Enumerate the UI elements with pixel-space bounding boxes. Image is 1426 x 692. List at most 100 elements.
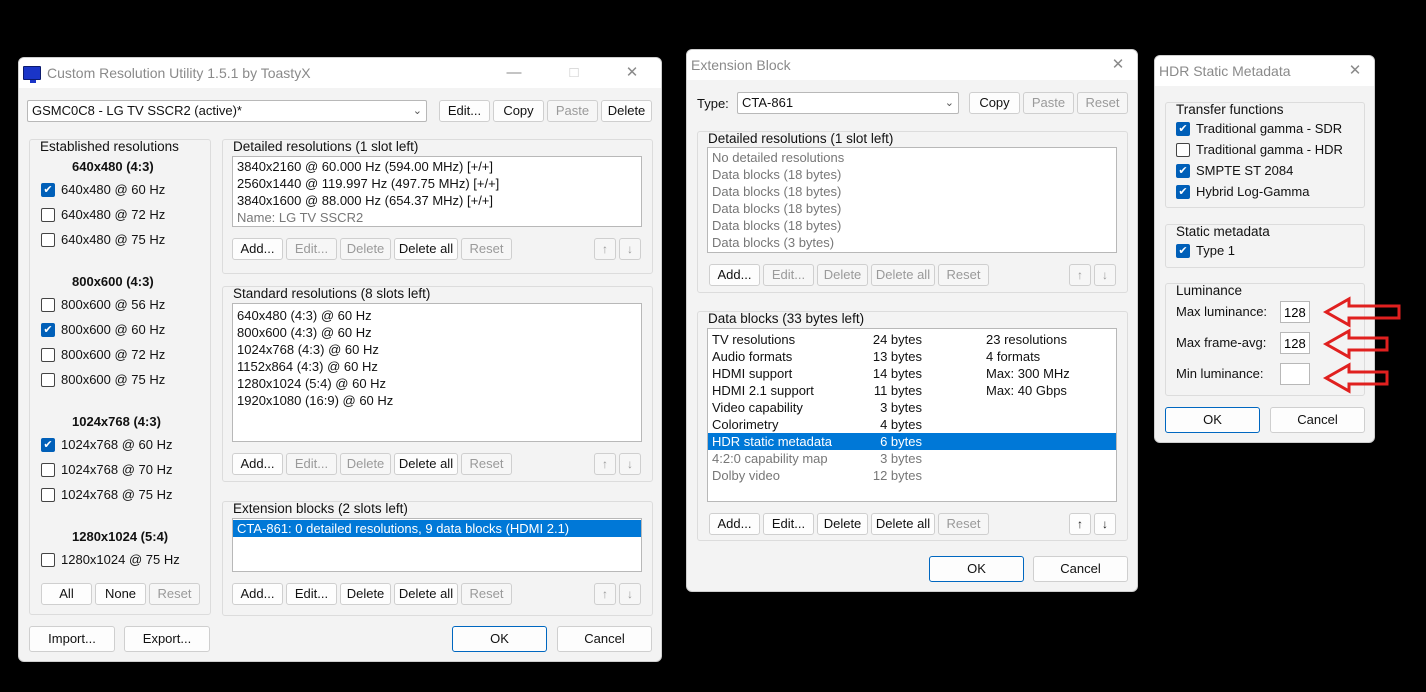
checkbox-1024x768-60[interactable]: ✔ 1024x768 @ 60 Hz <box>41 437 173 452</box>
standard-list[interactable]: 640x480 (4:3) @ 60 Hz 800x600 (4:3) @ 60… <box>232 303 642 442</box>
list-item[interactable]: 3840x2160 @ 60.000 Hz (594.00 MHz) [+/+] <box>233 158 641 175</box>
hdr-ok-button[interactable]: OK <box>1165 407 1260 433</box>
checkbox-640x480-60[interactable]: ✔ 640x480 @ 60 Hz <box>41 182 165 197</box>
min-luminance-input[interactable] <box>1280 363 1310 385</box>
extension-delete-button[interactable]: Delete <box>340 583 391 605</box>
table-row[interactable]: Dolby video 12 bytes <box>708 467 1116 484</box>
move-down-icon[interactable]: ↓ <box>619 583 641 605</box>
table-row[interactable]: Video capability 3 bytes <box>708 399 1116 416</box>
standard-reset-button[interactable]: Reset <box>461 453 512 475</box>
list-item[interactable]: CTA-861: 0 detailed resolutions, 9 data … <box>233 520 641 537</box>
checkbox-640x480-72[interactable]: 640x480 @ 72 Hz <box>41 207 165 222</box>
standard-delete-button[interactable]: Delete <box>340 453 391 475</box>
ext-detailed-reset-button[interactable]: Reset <box>938 264 989 286</box>
extension-add-button[interactable]: Add... <box>232 583 283 605</box>
table-row[interactable]: Colorimetry 4 bytes <box>708 416 1116 433</box>
move-up-icon[interactable]: ↑ <box>594 453 616 475</box>
close-icon[interactable]: ✕ <box>1103 54 1133 76</box>
list-item[interactable]: No detailed resolutions <box>708 149 1116 166</box>
checkbox-640x480-75[interactable]: 640x480 @ 75 Hz <box>41 232 165 247</box>
table-row[interactable]: TV resolutions 24 bytes 23 resolutions <box>708 331 1116 348</box>
ext-detailed-list[interactable]: No detailed resolutions Data blocks (18 … <box>707 147 1117 253</box>
move-down-icon[interactable]: ↓ <box>619 238 641 260</box>
ext-blocks-edit-button[interactable]: Edit... <box>763 513 814 535</box>
ext-blocks-add-button[interactable]: Add... <box>709 513 760 535</box>
extension-list[interactable]: CTA-861: 0 detailed resolutions, 9 data … <box>232 518 642 572</box>
monitor-select[interactable]: GSMC0C8 - LG TV SSCR2 (active)* ⌄ <box>27 100 427 122</box>
ext-blocks-delete-all-button[interactable]: Delete all <box>871 513 935 535</box>
list-item[interactable]: Data blocks (18 bytes) <box>708 200 1116 217</box>
checkbox-800x600-56[interactable]: 800x600 @ 56 Hz <box>41 297 165 312</box>
detailed-delete-button[interactable]: Delete <box>340 238 391 260</box>
detailed-edit-button[interactable]: Edit... <box>286 238 337 260</box>
cancel-button[interactable]: Cancel <box>557 626 652 652</box>
list-item[interactable]: Data blocks (3 bytes) <box>708 234 1116 251</box>
import-button[interactable]: Import... <box>29 626 115 652</box>
checkbox-st2084[interactable]: ✔ SMPTE ST 2084 <box>1176 163 1293 178</box>
checkbox-1024x768-70[interactable]: 1024x768 @ 70 Hz <box>41 462 173 477</box>
list-item[interactable]: Data blocks (18 bytes) <box>708 217 1116 234</box>
list-item[interactable]: 2560x1440 @ 119.997 Hz (497.75 MHz) [+/+… <box>233 175 641 192</box>
table-row[interactable]: 4:2:0 capability map 3 bytes <box>708 450 1116 467</box>
standard-add-button[interactable]: Add... <box>232 453 283 475</box>
checkbox-sdr[interactable]: ✔ Traditional gamma - SDR <box>1176 121 1342 136</box>
ext-blocks-delete-button[interactable]: Delete <box>817 513 868 535</box>
standard-delete-all-button[interactable]: Delete all <box>394 453 458 475</box>
ext-detailed-add-button[interactable]: Add... <box>709 264 760 286</box>
move-down-icon[interactable]: ↓ <box>1094 513 1116 535</box>
detailed-list[interactable]: 3840x2160 @ 60.000 Hz (594.00 MHz) [+/+]… <box>232 156 642 227</box>
ext-paste-button[interactable]: Paste <box>1023 92 1074 114</box>
max-frame-avg-input[interactable] <box>1280 332 1310 354</box>
move-up-icon[interactable]: ↑ <box>594 583 616 605</box>
checkbox-hdr[interactable]: Traditional gamma - HDR <box>1176 142 1343 157</box>
type-select[interactable]: CTA-861 ⌄ <box>737 92 959 114</box>
none-button[interactable]: None <box>95 583 146 605</box>
table-row[interactable]: HDMI support 14 bytes Max: 300 MHz <box>708 365 1116 382</box>
list-item[interactable]: 3840x1600 @ 88.000 Hz (654.37 MHz) [+/+] <box>233 192 641 209</box>
list-item[interactable]: Data blocks (18 bytes) <box>708 166 1116 183</box>
checkbox-hlg[interactable]: ✔ Hybrid Log-Gamma <box>1176 184 1309 199</box>
table-row[interactable]: HDMI 2.1 support 11 bytes Max: 40 Gbps <box>708 382 1116 399</box>
ok-button[interactable]: OK <box>452 626 547 652</box>
table-row-selected[interactable]: HDR static metadata 6 bytes <box>708 433 1116 450</box>
maximize-icon[interactable]: □ <box>559 62 589 84</box>
hdr-titlebar[interactable]: HDR Static Metadata ✕ <box>1155 56 1374 86</box>
cru-titlebar[interactable]: Custom Resolution Utility 1.5.1 by Toast… <box>19 58 661 88</box>
checkbox-800x600-75[interactable]: 800x600 @ 75 Hz <box>41 372 165 387</box>
checkbox-1024x768-75[interactable]: 1024x768 @ 75 Hz <box>41 487 173 502</box>
established-reset-button[interactable]: Reset <box>149 583 200 605</box>
ext-detailed-edit-button[interactable]: Edit... <box>763 264 814 286</box>
ext-reset-button[interactable]: Reset <box>1077 92 1128 114</box>
close-icon[interactable]: ✕ <box>617 62 647 84</box>
ext-detailed-delete-button[interactable]: Delete <box>817 264 868 286</box>
detailed-reset-button[interactable]: Reset <box>461 238 512 260</box>
extension-delete-all-button[interactable]: Delete all <box>394 583 458 605</box>
ext-detailed-delete-all-button[interactable]: Delete all <box>871 264 935 286</box>
ext-ok-button[interactable]: OK <box>929 556 1024 582</box>
all-button[interactable]: All <box>41 583 92 605</box>
data-blocks-list[interactable]: TV resolutions 24 bytes 23 resolutions Aud… <box>707 328 1117 502</box>
copy-button[interactable]: Copy <box>493 100 544 122</box>
checkbox-800x600-60[interactable]: ✔ 800x600 @ 60 Hz <box>41 322 165 337</box>
export-button[interactable]: Export... <box>124 626 210 652</box>
move-up-icon[interactable]: ↑ <box>1069 513 1091 535</box>
ext-blocks-reset-button[interactable]: Reset <box>938 513 989 535</box>
detailed-delete-all-button[interactable]: Delete all <box>394 238 458 260</box>
checkbox-type1[interactable]: ✔ Type 1 <box>1176 243 1235 258</box>
list-item[interactable]: 1152x864 (4:3) @ 60 Hz <box>233 358 641 375</box>
move-up-icon[interactable]: ↑ <box>594 238 616 260</box>
delete-monitor-button[interactable]: Delete <box>601 100 652 122</box>
list-item[interactable]: Data blocks (18 bytes) <box>708 183 1116 200</box>
move-down-icon[interactable]: ↓ <box>1094 264 1116 286</box>
checkbox-800x600-72[interactable]: 800x600 @ 72 Hz <box>41 347 165 362</box>
minimize-icon[interactable]: — <box>499 62 529 84</box>
hdr-cancel-button[interactable]: Cancel <box>1270 407 1365 433</box>
extension-reset-button[interactable]: Reset <box>461 583 512 605</box>
move-up-icon[interactable]: ↑ <box>1069 264 1091 286</box>
close-icon[interactable]: ✕ <box>1340 60 1370 82</box>
list-item[interactable]: 1280x1024 (5:4) @ 60 Hz <box>233 375 641 392</box>
ext-cancel-button[interactable]: Cancel <box>1033 556 1128 582</box>
ext-copy-button[interactable]: Copy <box>969 92 1020 114</box>
list-item[interactable]: 640x480 (4:3) @ 60 Hz <box>233 307 641 324</box>
checkbox-1280x1024-75[interactable]: 1280x1024 @ 75 Hz <box>41 552 180 567</box>
